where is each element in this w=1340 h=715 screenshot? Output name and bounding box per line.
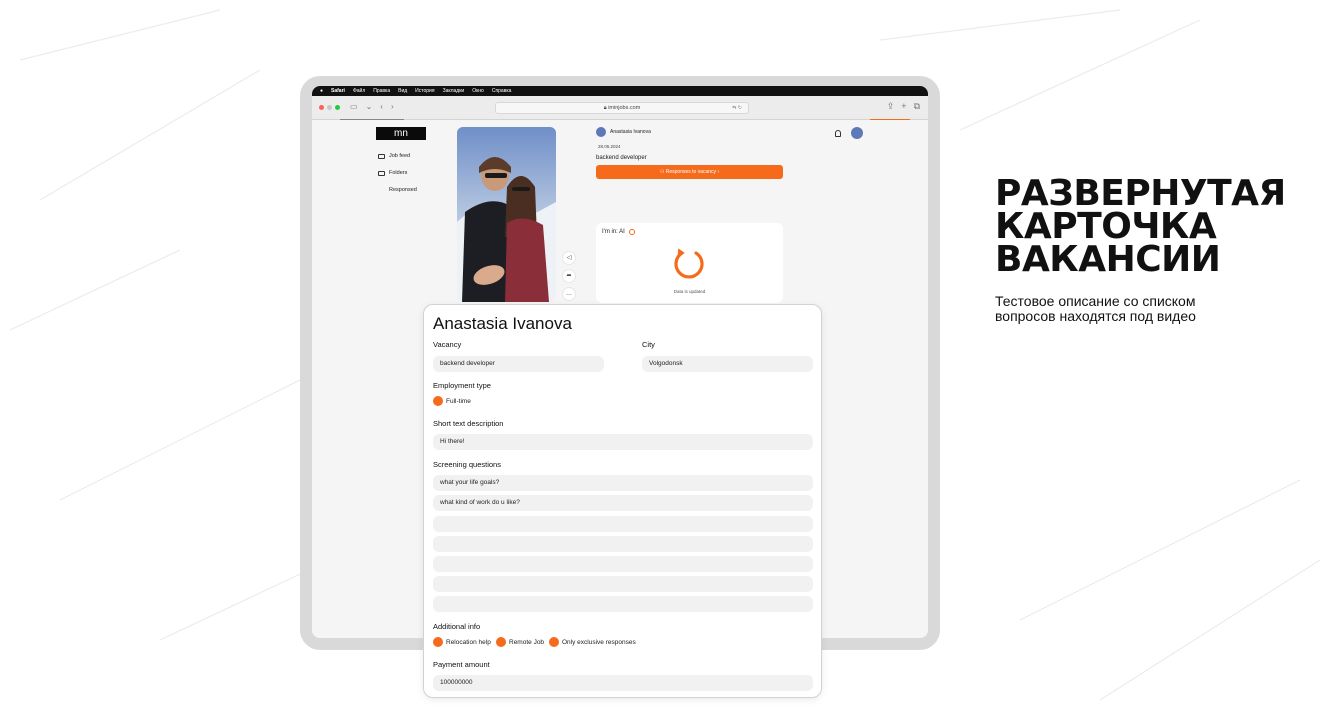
refresh-icon[interactable] xyxy=(672,247,706,281)
vacancy-label: Vacancy xyxy=(433,340,462,349)
question-field[interactable] xyxy=(433,596,813,612)
city-field[interactable]: Volgodonsk xyxy=(642,356,813,372)
screening-label: Screening questions xyxy=(433,460,501,469)
relocation-radio[interactable] xyxy=(433,637,443,647)
sidebar-item-label: Folders xyxy=(389,170,408,176)
lock-icon: 🔒︎ xyxy=(603,105,607,111)
headline: РАЗВЕРНУТАЯ КАРТОЧКА ВАКАНСИИ xyxy=(995,176,1286,280)
forward-icon[interactable]: › xyxy=(391,102,394,111)
bell-icon[interactable] xyxy=(835,130,841,137)
menu-history[interactable]: История xyxy=(415,88,434,94)
menu-view[interactable]: Вид xyxy=(398,88,407,94)
responses-button-label: Responses to vacancy xyxy=(665,169,717,175)
profile-vacancy: backend developer xyxy=(596,155,647,161)
mac-menubar: ● Safari Файл Правка Вид История Закладк… xyxy=(312,86,928,96)
relocation-label: Relocation help xyxy=(446,639,491,646)
share-button[interactable]: ➦ xyxy=(562,269,576,283)
video-preview[interactable] xyxy=(457,127,556,302)
sidebar-item-responsed[interactable]: Responsed xyxy=(389,187,417,193)
new-tab-icon[interactable]: + xyxy=(901,101,906,112)
avatar[interactable] xyxy=(596,127,606,137)
sidebar-item-job-feed[interactable]: Job feed xyxy=(378,153,410,159)
url-text: iminjobs.com xyxy=(608,105,641,111)
tabs-overview-icon[interactable]: ⧉ xyxy=(914,101,920,112)
payment-field[interactable]: 100000000 xyxy=(433,675,813,691)
toolbar-right: ⇪ + ⧉ xyxy=(887,101,920,112)
chevron-right-icon: › xyxy=(717,169,720,175)
employment-value: Full-time xyxy=(446,398,471,405)
stack-icon xyxy=(378,153,385,159)
candidate-name: Anastasia Ivanova xyxy=(433,314,572,333)
share-icon[interactable]: ⇪ xyxy=(887,101,895,112)
question-field[interactable] xyxy=(433,576,813,592)
minimize-window-button[interactable] xyxy=(327,105,332,110)
chevron-down-icon[interactable]: ⌄ xyxy=(366,102,373,111)
question-field[interactable] xyxy=(433,536,813,552)
employment-radio[interactable] xyxy=(433,396,443,406)
menu-help[interactable]: Справка xyxy=(492,88,512,94)
exclusive-label: Only exclusive responses xyxy=(562,639,636,646)
sidebar-item-label: Responsed xyxy=(389,187,417,193)
short-description-field[interactable]: Hi there! xyxy=(433,434,813,450)
back-icon[interactable]: ‹ xyxy=(380,102,383,111)
remote-radio[interactable] xyxy=(496,637,506,647)
city-label: City xyxy=(642,340,655,349)
ai-card: I'm in: AI Data is updated xyxy=(596,223,783,303)
responses-to-vacancy-button[interactable]: ⚇ Responses to vacancy › xyxy=(596,165,783,179)
folder-icon xyxy=(378,170,385,176)
employment-label: Employment type xyxy=(433,381,491,390)
question-field[interactable] xyxy=(433,516,813,532)
address-bar[interactable]: 🔒︎ iminjobs.com ⇆ ↻ xyxy=(495,102,749,114)
browser-toolbar: ▭ ⌄ ‹ › 🔒︎ iminjobs.com ⇆ ↻ ⇪ + ⧉ xyxy=(312,96,928,120)
ai-card-title: I'm in: AI xyxy=(602,229,625,235)
more-button[interactable]: … xyxy=(562,287,576,301)
mute-button[interactable]: ◁ xyxy=(562,251,576,265)
menu-window[interactable]: Окно xyxy=(472,88,484,94)
headline-description: Тестовое описание со списком вопросов на… xyxy=(995,293,1196,324)
menu-bookmarks[interactable]: Закладки xyxy=(443,88,465,94)
sidebar-item-folders[interactable]: Folders xyxy=(378,170,407,176)
profile-date: 28.05.2024 xyxy=(598,144,621,149)
menu-app-name[interactable]: Safari xyxy=(331,88,345,94)
sidebar-toggle-icon[interactable]: ▭ xyxy=(350,102,358,111)
maximize-window-button[interactable] xyxy=(335,105,340,110)
additional-info-label: Additional info xyxy=(433,622,481,631)
ai-status: Data is updated xyxy=(673,289,706,294)
app-logo[interactable]: mn xyxy=(376,127,426,140)
remote-label: Remote Job xyxy=(509,639,545,646)
apple-icon[interactable]: ● xyxy=(320,88,323,94)
question-field[interactable]: what kind of work do u like? xyxy=(433,495,813,511)
profile-name: Anastasia Ivanova xyxy=(610,129,651,135)
headline-line-3: ВАКАНСИИ xyxy=(995,239,1221,280)
close-window-button[interactable] xyxy=(319,105,324,110)
vacancy-field[interactable]: backend developer xyxy=(433,356,604,372)
short-description-label: Short text description xyxy=(433,419,504,428)
menu-edit[interactable]: Правка xyxy=(373,88,390,94)
toolbar-nav: ▭ ⌄ ‹ › xyxy=(350,102,394,111)
payment-label: Payment amount xyxy=(433,660,490,669)
info-icon[interactable] xyxy=(629,229,635,235)
sidebar-item-label: Job feed xyxy=(389,153,411,159)
translate-reload-icons[interactable]: ⇆ ↻ xyxy=(732,103,742,113)
user-avatar[interactable] xyxy=(851,127,863,139)
vacancy-card: Anastasia Ivanova Vacancy backend develo… xyxy=(423,304,822,698)
question-field[interactable] xyxy=(433,556,813,572)
menu-file[interactable]: Файл xyxy=(353,88,365,94)
window-controls xyxy=(319,105,340,110)
exclusive-radio[interactable] xyxy=(549,637,559,647)
question-field[interactable]: what your life goals? xyxy=(433,475,813,491)
